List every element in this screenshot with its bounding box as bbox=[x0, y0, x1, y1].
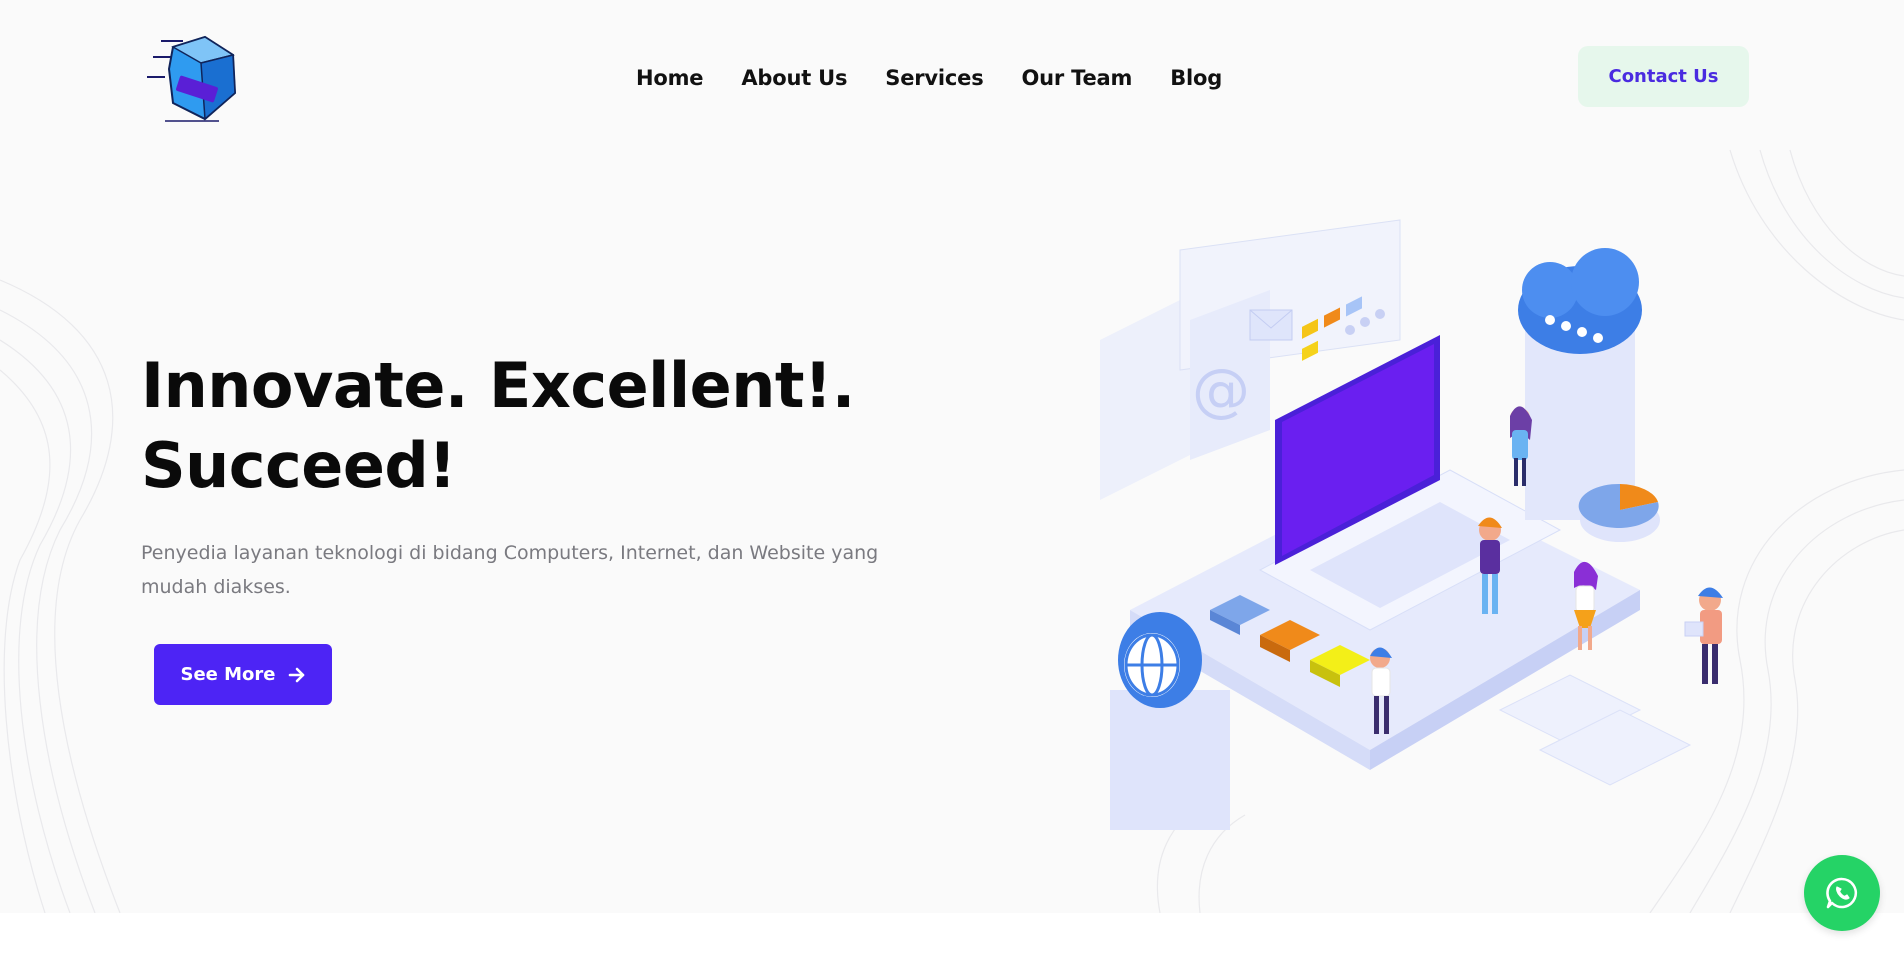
nav-home[interactable]: Home bbox=[636, 66, 704, 90]
nav-blog[interactable]: Blog bbox=[1170, 66, 1222, 90]
hero-headline: Innovate. Excellent!. Succeed! bbox=[141, 346, 901, 506]
arrow-right-icon bbox=[288, 667, 304, 682]
see-more-button[interactable]: See More bbox=[154, 644, 332, 705]
headline-line-2: Succeed! bbox=[141, 429, 457, 502]
contact-us-button[interactable]: Contact Us bbox=[1578, 46, 1749, 107]
person-figure bbox=[1684, 587, 1723, 684]
isometric-tech-workspace-illustration: @ bbox=[1100, 219, 1723, 830]
hero-subtitle: Penyedia layanan teknologi di bidang Com… bbox=[141, 542, 879, 598]
nav-services[interactable]: Services bbox=[885, 66, 983, 90]
whatsapp-button[interactable] bbox=[1804, 855, 1880, 931]
nav-about-us[interactable]: About Us bbox=[741, 66, 847, 90]
main-nav: Home About Us Services Our Team Blog bbox=[636, 66, 1222, 90]
whatsapp-icon bbox=[1826, 877, 1858, 909]
nav-our-team[interactable]: Our Team bbox=[1022, 66, 1133, 90]
svg-text:@: @ bbox=[1192, 356, 1250, 424]
hero-section: Home About Us Services Our Team Blog Con… bbox=[0, 0, 1904, 913]
headline-line-1: Innovate. Excellent!. bbox=[141, 349, 855, 422]
see-more-label: See More bbox=[180, 664, 276, 685]
cube-logo-icon[interactable] bbox=[143, 33, 239, 125]
